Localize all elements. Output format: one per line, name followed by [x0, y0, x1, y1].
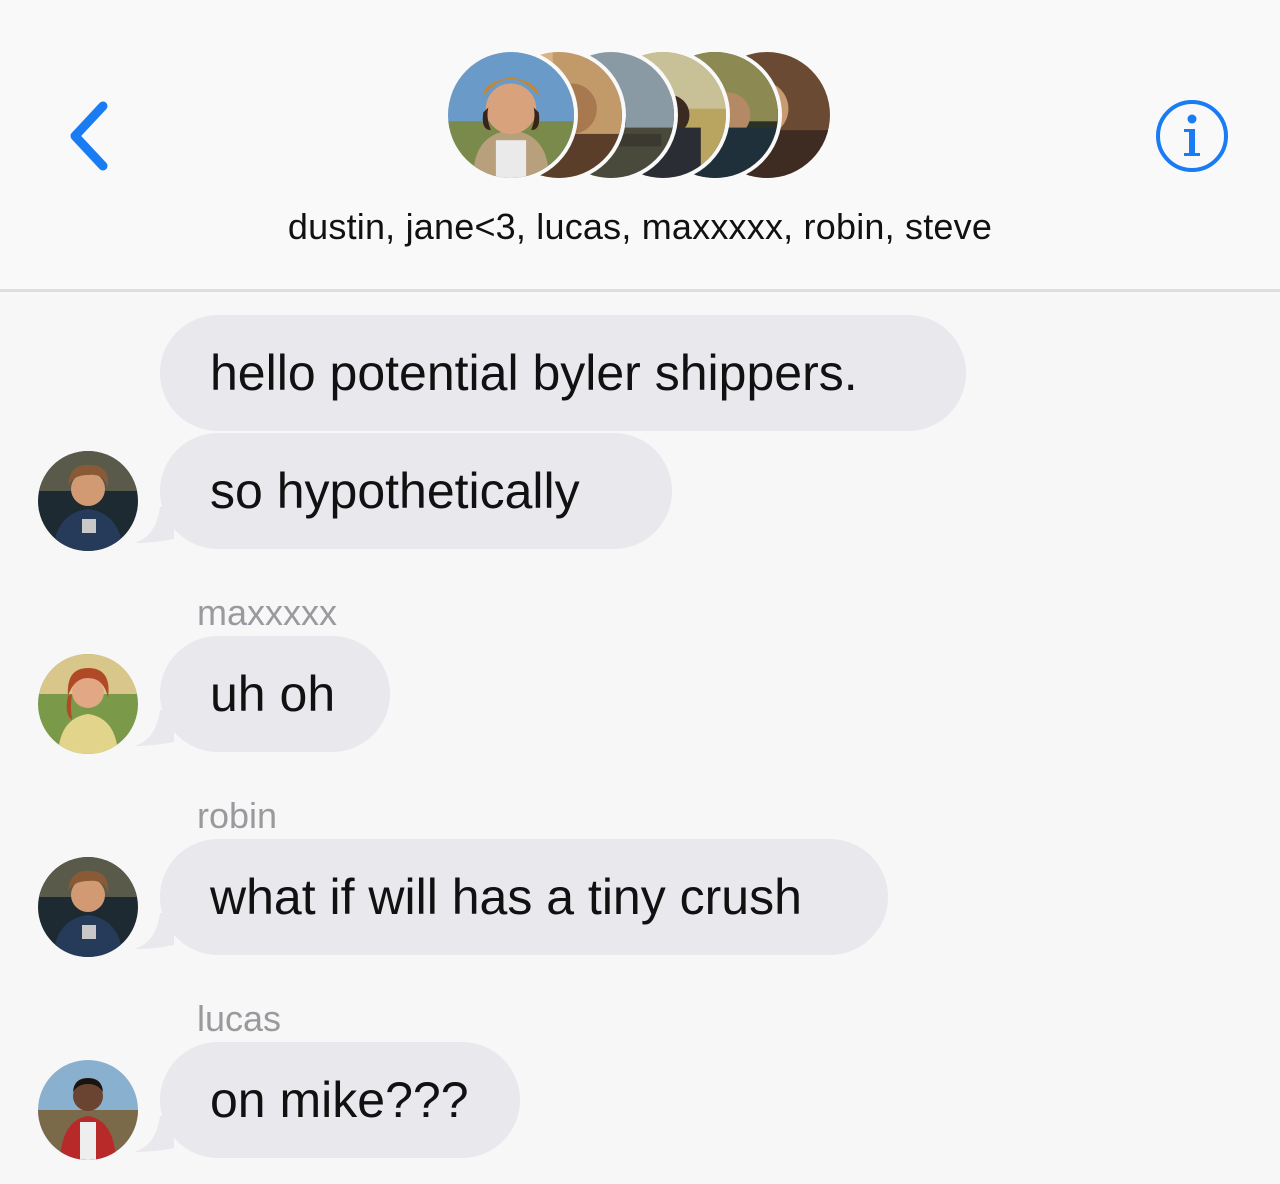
- sender-name: robin: [197, 795, 278, 836]
- message-bubble[interactable]: uh oh: [160, 636, 390, 752]
- avatar[interactable]: [38, 654, 138, 754]
- avatar[interactable]: [38, 1060, 138, 1160]
- group-avatar-stack[interactable]: [444, 48, 844, 182]
- message-bubble[interactable]: what if will has a tiny crush: [160, 839, 888, 955]
- message-text: hello potential byler shippers.: [210, 345, 858, 401]
- message-bubble[interactable]: on mike???: [160, 1042, 520, 1158]
- message-thread: hello potential byler shippers. so hypot…: [0, 295, 1280, 1184]
- info-circle-icon: [1156, 100, 1228, 172]
- message-text: what if will has a tiny crush: [210, 869, 802, 925]
- sender-name: maxxxxx: [197, 592, 338, 633]
- message-text: so hypothetically: [210, 463, 580, 519]
- message-text: uh oh: [210, 666, 336, 722]
- sender-name: lucas: [197, 998, 282, 1039]
- avatar[interactable]: [38, 857, 138, 957]
- back-button[interactable]: [58, 96, 118, 176]
- chevron-left-icon: [70, 101, 108, 171]
- avatar[interactable]: [38, 451, 138, 551]
- message-text: on mike???: [210, 1072, 469, 1128]
- conversation-header: dustin, jane<3, lucas, maxxxxx, robin, s…: [0, 0, 1280, 292]
- message-bubble[interactable]: hello potential byler shippers.: [160, 315, 966, 431]
- group-avatar: [444, 48, 578, 182]
- group-members-title[interactable]: dustin, jane<3, lucas, maxxxxx, robin, s…: [0, 206, 1280, 248]
- info-button[interactable]: [1155, 99, 1229, 173]
- message-bubble[interactable]: so hypothetically: [160, 433, 672, 549]
